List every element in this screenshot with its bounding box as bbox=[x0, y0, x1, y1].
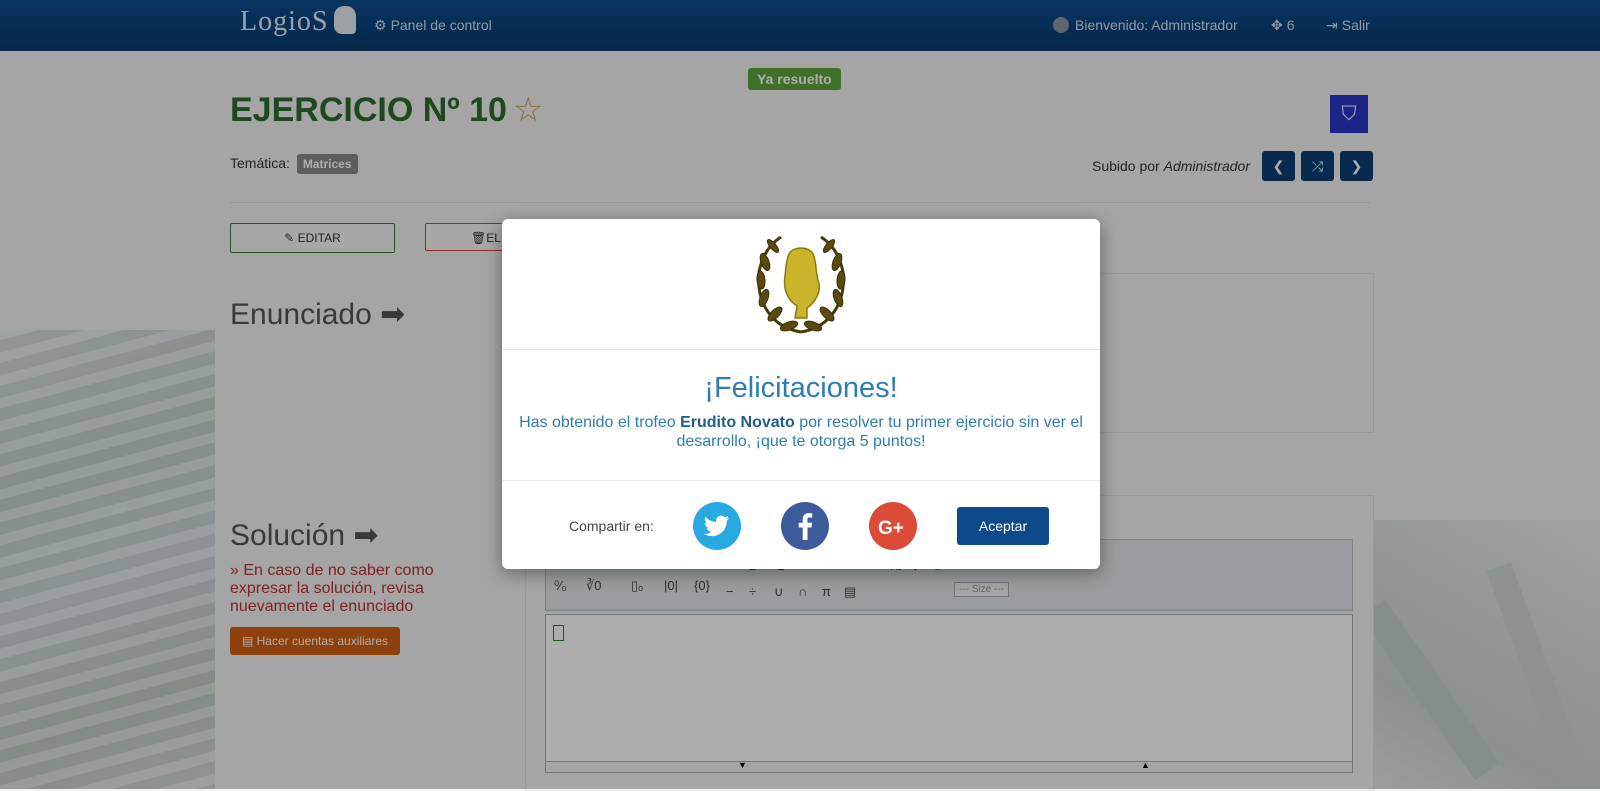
accept-button[interactable]: Aceptar bbox=[957, 507, 1049, 545]
googleplus-share-button[interactable]: G+ bbox=[869, 502, 917, 550]
twitter-icon bbox=[704, 515, 729, 537]
facebook-share-button[interactable] bbox=[781, 502, 829, 550]
trophy-modal: ¡Felicitaciones! Has obtenido el trofeo … bbox=[502, 219, 1100, 569]
msg-before: Has obtenido el trofeo bbox=[519, 414, 681, 431]
twitter-share-button[interactable] bbox=[693, 502, 741, 550]
svg-text:G+: G+ bbox=[878, 518, 904, 539]
modal-body: ¡Felicitaciones! Has obtenido el trofeo … bbox=[502, 350, 1100, 481]
trophy-name: Erudito Novato bbox=[680, 414, 795, 431]
trophy-laurel-icon bbox=[756, 235, 846, 334]
googleplus-icon: G+ bbox=[878, 518, 904, 539]
modal-header bbox=[502, 219, 1100, 350]
facebook-icon bbox=[798, 513, 813, 540]
share-label: Compartir en: bbox=[569, 518, 654, 534]
congrats-heading: ¡Felicitaciones! bbox=[704, 372, 898, 404]
trophy-message: Has obtenido el trofeo Erudito Novato po… bbox=[517, 413, 1085, 451]
